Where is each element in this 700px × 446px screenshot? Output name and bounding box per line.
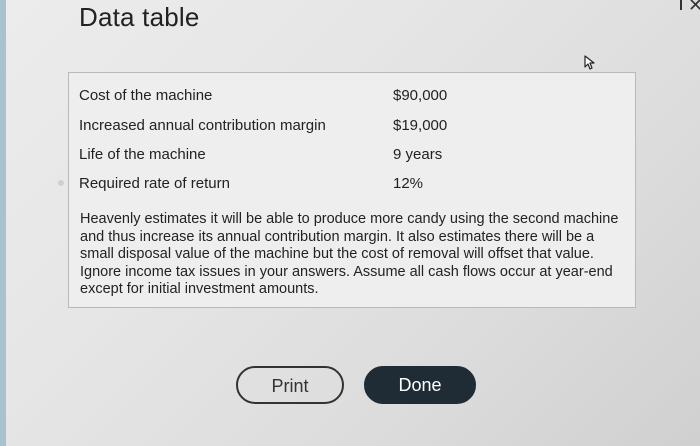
table-row: Life of the machine 9 years xyxy=(79,146,442,163)
done-button[interactable]: Done xyxy=(364,366,476,404)
table-row: Increased annual contribution margin $19… xyxy=(79,117,447,134)
row-label: Life of the machine xyxy=(79,146,206,163)
row-label: Increased annual contribution margin xyxy=(79,117,326,134)
close-bar xyxy=(680,0,682,10)
hand-pointer-icon xyxy=(584,55,595,70)
radio-dot xyxy=(58,180,64,186)
row-label: Cost of the machine xyxy=(79,87,213,104)
table-row: Cost of the machine $90,000 xyxy=(79,87,447,104)
row-value: $19,000 xyxy=(393,117,448,134)
window-left-edge xyxy=(0,0,6,446)
close-icon[interactable]: ✕ xyxy=(680,0,700,18)
row-value: $90,000 xyxy=(393,87,448,104)
dialog-title: Data table xyxy=(79,2,200,32)
data-table-panel: Cost of the machine $90,000 Increased an… xyxy=(68,72,636,308)
row-value: 12% xyxy=(393,175,424,192)
description-text: Heavenly estimates it will be able to pr… xyxy=(80,211,619,297)
row-label: Required rate of return xyxy=(79,175,230,192)
print-button[interactable]: Print xyxy=(236,366,344,404)
table-row: Required rate of return 12% xyxy=(79,175,423,192)
row-value: 9 years xyxy=(393,146,443,163)
